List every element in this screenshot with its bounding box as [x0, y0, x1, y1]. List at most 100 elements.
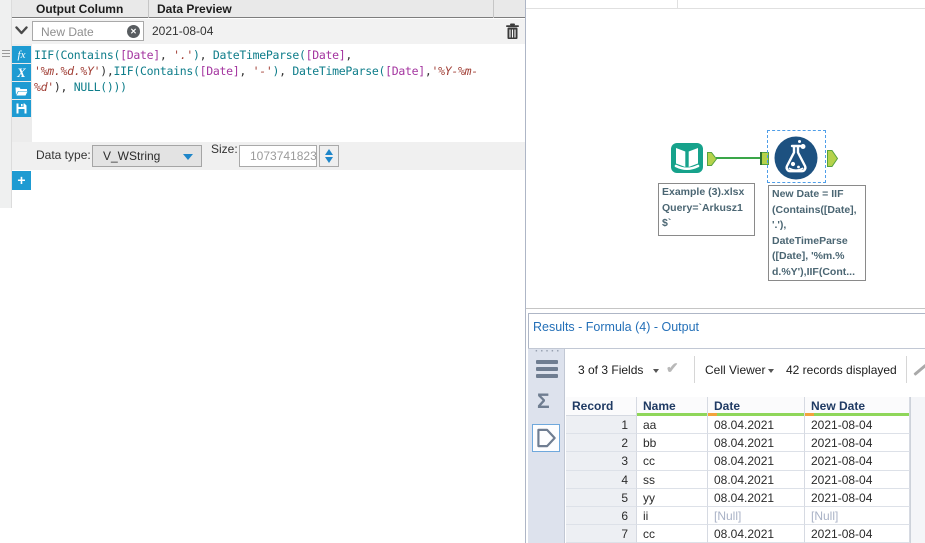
clear-icon[interactable]: ✕ [127, 25, 140, 38]
sigma-profile-icon[interactable]: Σ [537, 390, 550, 414]
record-number-cell[interactable]: 1 [566, 416, 637, 435]
open-folder-icon[interactable] [12, 82, 31, 99]
data-cell[interactable]: 2021-08-04 [805, 434, 910, 453]
add-expression-button[interactable]: + [12, 171, 31, 190]
expression-list-header: Output Column Data Preview [12, 0, 525, 18]
table-row: 6 ii [Null] [Null] [566, 506, 910, 526]
cell-viewer-caret-icon[interactable] [768, 369, 774, 373]
output-column-input[interactable]: New Date ✕ [32, 21, 144, 41]
formula-token: , [239, 64, 253, 78]
table-row: 5 yy 08.04.2021 2021-08-04 [566, 488, 910, 507]
formula-token: , [199, 48, 213, 62]
record-number-cell[interactable]: 4 [566, 470, 637, 489]
variables-x-icon[interactable]: X [12, 64, 31, 81]
size-spinner[interactable] [319, 145, 339, 167]
table-row: 4 ss 08.04.2021 2021-08-04 [566, 470, 910, 489]
formula-token: ), [100, 64, 114, 78]
formula-token: Contains [140, 64, 193, 78]
formula-token: '.' [173, 48, 193, 62]
apply-check-icon[interactable]: ✔ [666, 359, 679, 377]
data-cell[interactable]: 2021-08-04 [805, 488, 910, 507]
data-cell[interactable]: 08.04.2021 [708, 434, 805, 453]
chevron-down-icon[interactable] [15, 26, 28, 35]
record-number-cell[interactable]: 6 [566, 506, 637, 526]
formula-token: ())) [100, 80, 127, 94]
formula-token: DateTimeParse [212, 48, 299, 62]
toolbar-divider [906, 356, 907, 383]
fields-dropdown[interactable]: 3 of 3 Fields [578, 363, 643, 377]
annotation-line: ([Date], '%m.% [772, 250, 845, 262]
record-number-cell[interactable]: 7 [566, 525, 637, 543]
strip-grip-icon[interactable]: ····· [535, 346, 562, 357]
data-quality-bar [637, 413, 707, 416]
data-cell[interactable]: 08.04.2021 [708, 470, 805, 489]
data-cell[interactable]: cc [637, 452, 708, 471]
formula-token: IIF [34, 48, 54, 62]
input-data-tool-icon[interactable] [670, 141, 704, 175]
data-cell[interactable]: 2021-08-04 [805, 416, 910, 435]
input-tool-annotation[interactable]: Example (3).xlsx Query=`Arkusz1 $` [658, 183, 755, 236]
panel-grip-strip[interactable] [0, 0, 12, 208]
records-displayed-text: 42 records displayed [786, 363, 897, 377]
formula-token: '-' [252, 64, 273, 78]
annotation-line: $` [662, 217, 672, 229]
output-column-header: Output Column [36, 2, 124, 16]
data-cell[interactable]: 2021-08-04 [805, 452, 910, 471]
data-cell[interactable]: 08.04.2021 [708, 452, 805, 471]
size-input[interactable]: 1073741823 [239, 145, 317, 167]
data-type-select[interactable]: V_WString [92, 145, 202, 167]
data-cell[interactable]: ii [637, 506, 708, 526]
data-cell[interactable]: 08.04.2021 [708, 488, 805, 507]
data-cell[interactable]: ss [637, 470, 708, 489]
data-cell[interactable]: 08.04.2021 [708, 525, 805, 543]
grip-handle-icon[interactable] [2, 50, 10, 59]
metadata-view-icon[interactable] [536, 360, 558, 381]
toolbar-divider [694, 356, 695, 383]
formula-token: ( [133, 64, 140, 78]
data-cell[interactable]: yy [637, 488, 708, 507]
formula-token: , [159, 48, 174, 62]
data-cell[interactable]: bb [637, 434, 708, 453]
results-grid[interactable]: Record Name Date New Date 1 aa 08.04.2021 2021… [566, 397, 910, 543]
grid-column-header[interactable]: Date [708, 397, 805, 416]
output-column-value: New Date [41, 25, 94, 39]
data-preview-value: 2021-08-04 [152, 24, 214, 38]
record-number-cell[interactable]: 3 [566, 452, 637, 471]
save-icon[interactable] [12, 100, 31, 117]
spinner-down-icon[interactable] [325, 157, 333, 163]
formula-tool-icon[interactable] [774, 136, 818, 180]
fields-caret-icon[interactable] [653, 369, 659, 373]
annotation-line: d.%Y'),IIF(Cont... [772, 265, 855, 278]
data-cell[interactable]: cc [637, 525, 708, 543]
grid-column-header[interactable]: Record [566, 397, 637, 416]
connection-line[interactable] [716, 157, 762, 159]
record-number-cell[interactable]: 2 [566, 434, 637, 453]
functions-fx-icon[interactable]: fx [12, 46, 31, 63]
data-cell[interactable]: [Null] [708, 506, 805, 526]
data-cell[interactable]: 2021-08-04 [805, 525, 910, 543]
spinner-up-icon[interactable] [325, 149, 333, 155]
annotation-line: '.'), [772, 219, 787, 231]
table-row: 1 aa 08.04.2021 2021-08-04 [566, 416, 910, 435]
output-anchor-icon[interactable] [827, 150, 838, 167]
results-divider [528, 348, 925, 349]
formula-token: %d' [34, 80, 54, 94]
formula-expression-code[interactable]: IIF(Contains([Date], '.'), DateTimeParse… [34, 47, 520, 95]
data-cell[interactable]: [Null] [805, 506, 910, 526]
data-preview-header: Data Preview [157, 2, 232, 16]
toolbar-clipped-icon[interactable] [913, 362, 925, 378]
formula-tool-annotation[interactable]: New Date = IIF (Contains([Date], '.'), Date… [768, 185, 866, 281]
output-anchor-icon[interactable] [707, 152, 717, 166]
data-quality-bar [805, 413, 909, 416]
data-cell[interactable]: 2021-08-04 [805, 470, 910, 489]
cell-viewer-dropdown[interactable]: Cell Viewer [705, 363, 765, 377]
formula-token: ( [193, 64, 200, 78]
record-number-cell[interactable]: 5 [566, 488, 637, 507]
output-anchor-view-button[interactable] [532, 424, 560, 452]
alteryx-designer-window: Output Column Data Preview New Date ✕ 20… [0, 0, 925, 543]
grid-column-header[interactable]: New Date [805, 397, 910, 416]
data-cell[interactable]: 08.04.2021 [708, 416, 805, 435]
data-cell[interactable]: aa [637, 416, 708, 435]
grid-column-header[interactable]: Name [637, 397, 708, 416]
delete-expression-icon[interactable] [505, 23, 520, 40]
